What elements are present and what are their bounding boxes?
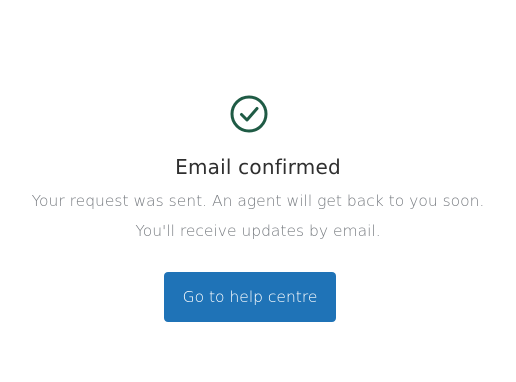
confirmation-message-line-1: Your request was sent. An agent will get…: [31, 192, 485, 210]
confirmation-title: Email confirmed: [175, 155, 341, 179]
confirmation-message-line-2: You'll receive updates by email.: [135, 222, 381, 240]
confirmation-page: Email confirmed Your request was sent. A…: [0, 0, 516, 382]
check-circle-icon: [230, 95, 268, 133]
help-centre-button-label: Go to help centre: [182, 288, 318, 306]
help-centre-button[interactable]: Go to help centre: [164, 272, 336, 322]
